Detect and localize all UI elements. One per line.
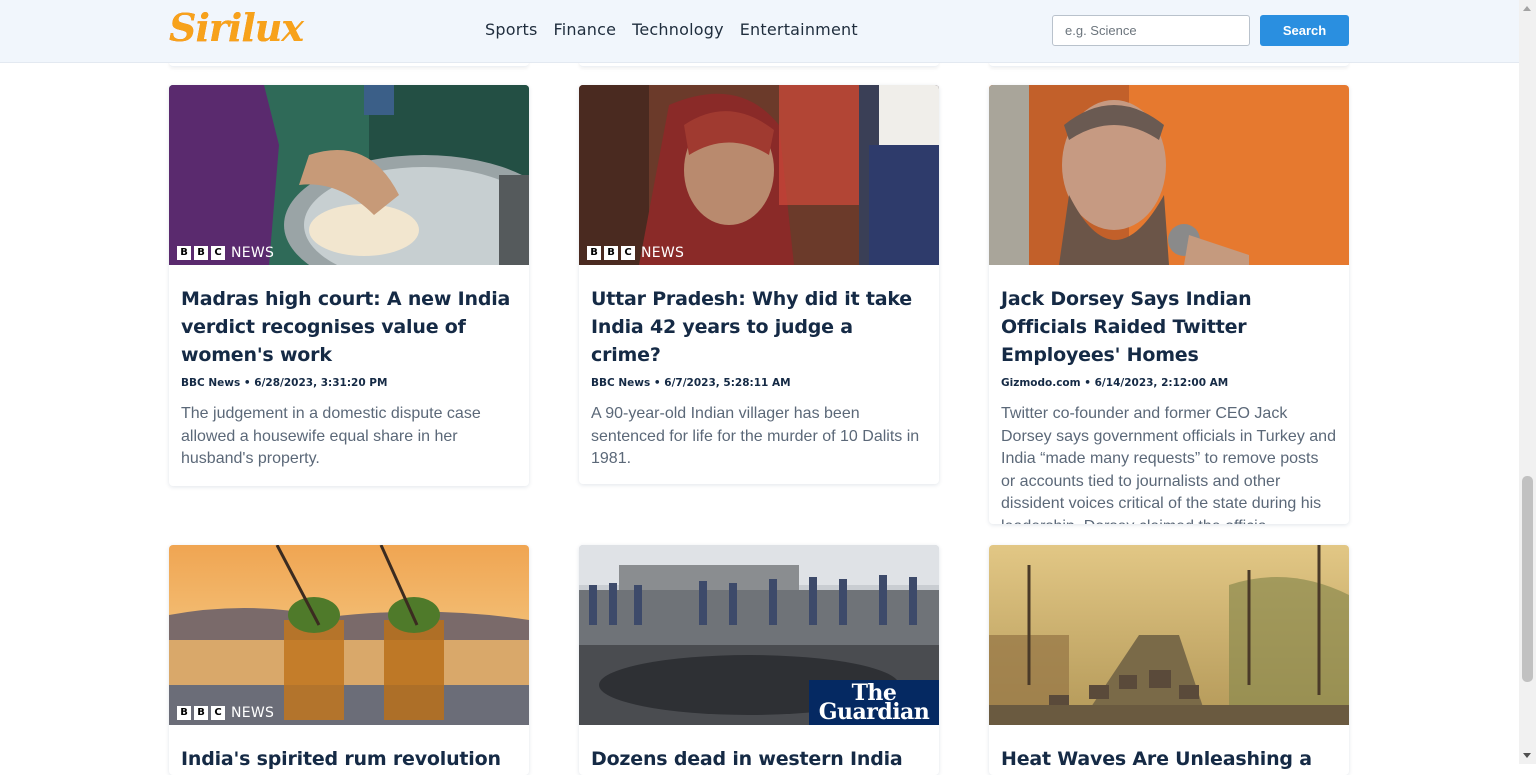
article-date: 6/28/2023, 3:31:20 PM — [254, 377, 388, 389]
article-source: BBC News — [591, 377, 651, 389]
article-title[interactable]: Dozens dead in western India bus — [591, 745, 927, 775]
scroll-down-arrow-icon[interactable] — [1523, 753, 1531, 758]
nav-link-sports[interactable]: Sports — [485, 20, 538, 39]
article-thumbnail[interactable]: B B C NEWS — [169, 545, 529, 725]
article-source: Gizmodo.com — [1001, 377, 1081, 389]
article-description: A 90-year-old Indian villager has been s… — [591, 405, 920, 467]
scrollbar-thumb[interactable] — [1522, 476, 1533, 682]
bbc-news-logo: B B C NEWS — [177, 705, 274, 721]
bbc-letter: B — [177, 246, 191, 260]
bbc-letter: B — [177, 706, 191, 720]
article-thumbnail[interactable]: The Guardian — [579, 545, 939, 725]
site-logo[interactable]: Sirilux — [169, 5, 304, 50]
bbc-letter: C — [211, 246, 225, 260]
article-thumbnail[interactable] — [989, 545, 1349, 725]
article-card[interactable]: B B C NEWS India's spirited rum revoluti… — [169, 545, 529, 775]
nav-link-entertainment[interactable]: Entertainment — [740, 20, 858, 39]
article-card[interactable]: Jack Dorsey Says Indian Officials Raided… — [989, 85, 1349, 524]
article-thumbnail[interactable]: B B C NEWS — [579, 85, 939, 265]
article-date: 6/7/2023, 5:28:11 AM — [664, 377, 791, 389]
article-source: BBC News — [181, 377, 241, 389]
article-title[interactable]: India's spirited rum revolution — [181, 745, 517, 773]
bbc-letter: C — [211, 706, 225, 720]
bbc-letter: B — [194, 706, 208, 720]
bbc-news-text: NEWS — [641, 245, 685, 261]
nav-link-technology[interactable]: Technology — [632, 20, 724, 39]
article-card[interactable]: B B C NEWS Uttar Pradesh: Why did it tak… — [579, 85, 939, 484]
article-card[interactable]: The Guardian Dozens dead in western Indi… — [579, 545, 939, 775]
bbc-letter: B — [194, 246, 208, 260]
top-navbar: Sirilux Sports Finance Technology Entert… — [0, 0, 1519, 63]
article-card[interactable]: B B C NEWS Madras high court: A new Indi… — [169, 85, 529, 486]
guardian-logo-line: Guardian — [818, 699, 930, 725]
bbc-letter: B — [587, 246, 601, 260]
search-button[interactable]: Search — [1260, 15, 1349, 46]
article-description: Twitter co-founder and former CEO Jack D… — [1001, 405, 1336, 524]
bbc-news-text: NEWS — [231, 245, 275, 261]
article-description: The judgement in a domestic dispute case… — [181, 405, 481, 467]
article-thumbnail[interactable]: B B C NEWS — [169, 85, 529, 265]
article-title[interactable]: Jack Dorsey Says Indian Officials Raided… — [1001, 285, 1337, 369]
scroll-up-arrow-icon[interactable] — [1523, 6, 1531, 11]
article-title[interactable]: Uttar Pradesh: Why did it take India 42 … — [591, 285, 927, 369]
article-date: 6/14/2023, 2:12:00 AM — [1094, 377, 1229, 389]
bbc-news-logo: B B C NEWS — [587, 245, 684, 261]
page-scrollbar[interactable] — [1519, 0, 1536, 764]
article-thumbnail[interactable] — [989, 85, 1349, 265]
category-nav: Sports Finance Technology Entertainment — [485, 20, 858, 39]
article-title[interactable]: Madras high court: A new India verdict r… — [181, 285, 517, 369]
article-meta: Gizmodo.com • 6/14/2023, 2:12:00 AM — [1001, 377, 1229, 389]
bbc-news-text: NEWS — [231, 705, 275, 721]
article-title[interactable]: Heat Waves Are Unleashing a — [1001, 745, 1337, 773]
article-meta: BBC News • 6/7/2023, 5:28:11 AM — [591, 377, 791, 389]
article-meta: BBC News • 6/28/2023, 3:31:20 PM — [181, 377, 388, 389]
bbc-letter: C — [621, 246, 635, 260]
bbc-news-logo: B B C NEWS — [177, 245, 274, 261]
guardian-logo: The Guardian — [809, 680, 939, 725]
search-input[interactable] — [1052, 15, 1250, 46]
bbc-letter: B — [604, 246, 618, 260]
article-card[interactable]: Heat Waves Are Unleashing a — [989, 545, 1349, 775]
nav-link-finance[interactable]: Finance — [554, 20, 617, 39]
